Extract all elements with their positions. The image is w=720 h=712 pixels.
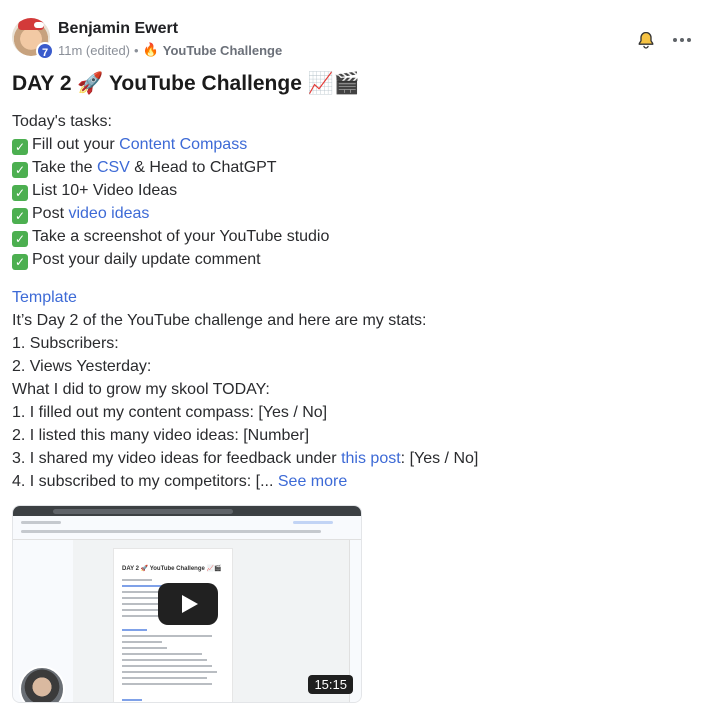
post-header: 7 Benjamin Ewert 11m (edited) • 🔥 YouTub… — [12, 14, 708, 62]
task-item: ✓ Take the CSV & Head to ChatGPT — [12, 156, 702, 179]
post-title: DAY 2 🚀 YouTube Challenge 📈🎬 — [12, 72, 361, 95]
template-line: 1. Subscribers: — [12, 335, 119, 352]
task-item: ✓ Fill out your Content Compass — [12, 133, 702, 156]
task-item: ✓ Post your daily update comment — [12, 248, 702, 271]
category-link[interactable]: YouTube Challenge — [163, 43, 282, 58]
level-badge: 7 — [36, 42, 54, 60]
video-ideas-link[interactable]: video ideas — [68, 205, 149, 222]
template-line: 3. I shared my video ideas for feedback … — [12, 450, 479, 467]
template-link[interactable]: Template — [12, 286, 702, 309]
meta-separator: • — [134, 42, 139, 58]
task-item: ✓ Take a screenshot of your YouTube studi… — [12, 225, 702, 248]
check-icon: ✓ — [12, 254, 28, 270]
play-button-icon[interactable] — [158, 583, 218, 625]
check-icon: ✓ — [12, 231, 28, 247]
post-time: 11m (edited) — [58, 42, 131, 58]
task-item: ✓ Post video ideas — [12, 202, 702, 225]
more-options-icon[interactable] — [672, 30, 692, 50]
check-icon: ✓ — [12, 139, 28, 155]
browser-bar — [13, 506, 361, 516]
this-post-link[interactable]: this post — [341, 450, 401, 467]
doc-toolbar — [13, 516, 361, 540]
template-line: It’s Day 2 of the YouTube challenge and … — [12, 312, 427, 329]
check-icon: ✓ — [12, 162, 28, 178]
post-meta: 11m (edited) • 🔥 YouTube Challenge — [58, 42, 282, 58]
post-body: Today's tasks: ✓ Fill out your Content Co… — [12, 110, 702, 493]
bell-icon[interactable] — [636, 30, 656, 50]
template-line: 2. I listed this many video ideas: [Numb… — [12, 427, 310, 444]
template-line: 2. Views Yesterday: — [12, 358, 152, 375]
video-thumbnail[interactable]: DAY 2 🚀 YouTube Challenge 📈🎬 15:15 — [12, 505, 362, 703]
see-more-link[interactable]: See more — [278, 473, 347, 490]
fire-icon: 🔥 — [142, 42, 159, 57]
author-name[interactable]: Benjamin Ewert — [58, 20, 178, 38]
content-compass-link[interactable]: Content Compass — [119, 136, 247, 153]
template-line: What I did to grow my skool TODAY: — [12, 381, 270, 398]
doc-title: DAY 2 🚀 YouTube Challenge 📈🎬 — [122, 566, 222, 572]
tasks-heading: Today's tasks: — [12, 113, 112, 130]
template-line: 4. I subscribed to my competitors: [... … — [12, 473, 348, 490]
author-avatar[interactable]: 7 — [12, 18, 54, 60]
doc-page: DAY 2 🚀 YouTube Challenge 📈🎬 — [113, 548, 233, 702]
video-duration: 15:15 — [308, 675, 353, 694]
task-item: ✓ List 10+ Video Ideas — [12, 179, 702, 202]
check-icon: ✓ — [12, 208, 28, 224]
template-line: 1. I filled out my content compass: [Yes… — [12, 404, 328, 421]
csv-link[interactable]: CSV — [97, 159, 130, 176]
check-icon: ✓ — [12, 185, 28, 201]
